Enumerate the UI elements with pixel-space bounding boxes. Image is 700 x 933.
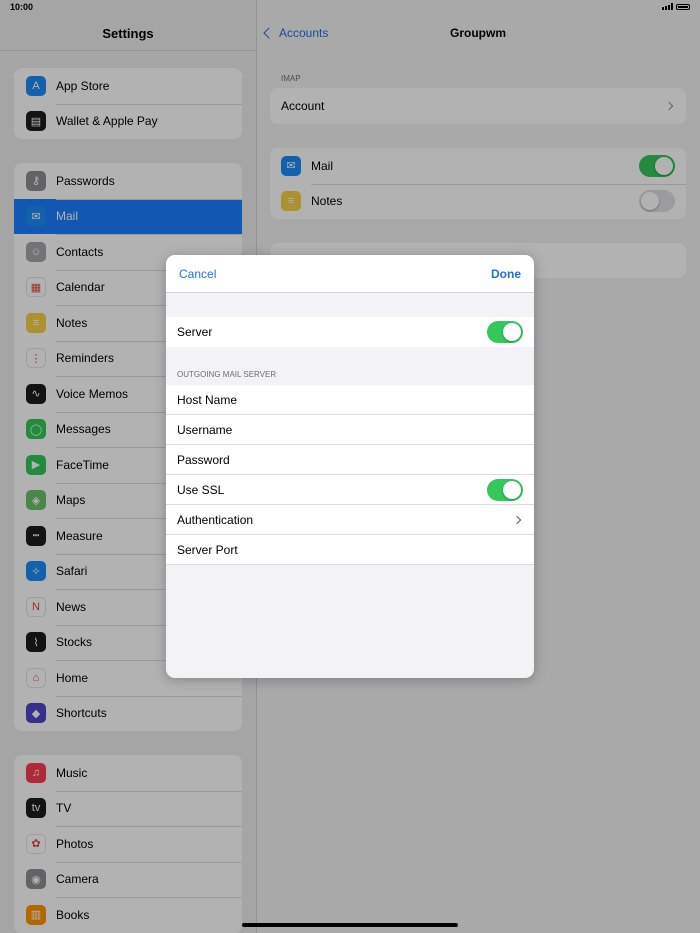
password-field[interactable]: Password — [166, 445, 534, 475]
server-port-field[interactable]: Server Port — [166, 535, 534, 565]
authentication-row[interactable]: Authentication — [166, 505, 534, 535]
host-name-field[interactable]: Host Name — [166, 385, 534, 415]
server-port-label: Server Port — [177, 543, 238, 557]
use-ssl-label: Use SSL — [177, 483, 225, 497]
chevron-right-icon — [512, 515, 522, 525]
done-button[interactable]: Done — [491, 267, 521, 281]
cancel-button[interactable]: Cancel — [179, 267, 216, 281]
use-ssl-row: Use SSL — [166, 475, 534, 505]
home-indicator[interactable] — [242, 923, 458, 927]
server-row: Server — [166, 317, 534, 347]
server-toggle[interactable] — [487, 321, 523, 343]
username-field[interactable]: Username — [166, 415, 534, 445]
password-label: Password — [177, 453, 230, 467]
section-header-outgoing: OUTGOING MAIL SERVER — [177, 370, 277, 379]
server-label: Server — [177, 325, 213, 339]
sheet-nav-bar: Cancel Done — [166, 255, 534, 293]
username-label: Username — [177, 423, 233, 437]
host-name-label: Host Name — [177, 393, 238, 407]
outgoing-server-sheet: Cancel Done Server OUTGOING MAIL SERVER … — [166, 255, 534, 678]
authentication-label: Authentication — [177, 513, 254, 527]
use-ssl-toggle[interactable] — [487, 479, 523, 501]
